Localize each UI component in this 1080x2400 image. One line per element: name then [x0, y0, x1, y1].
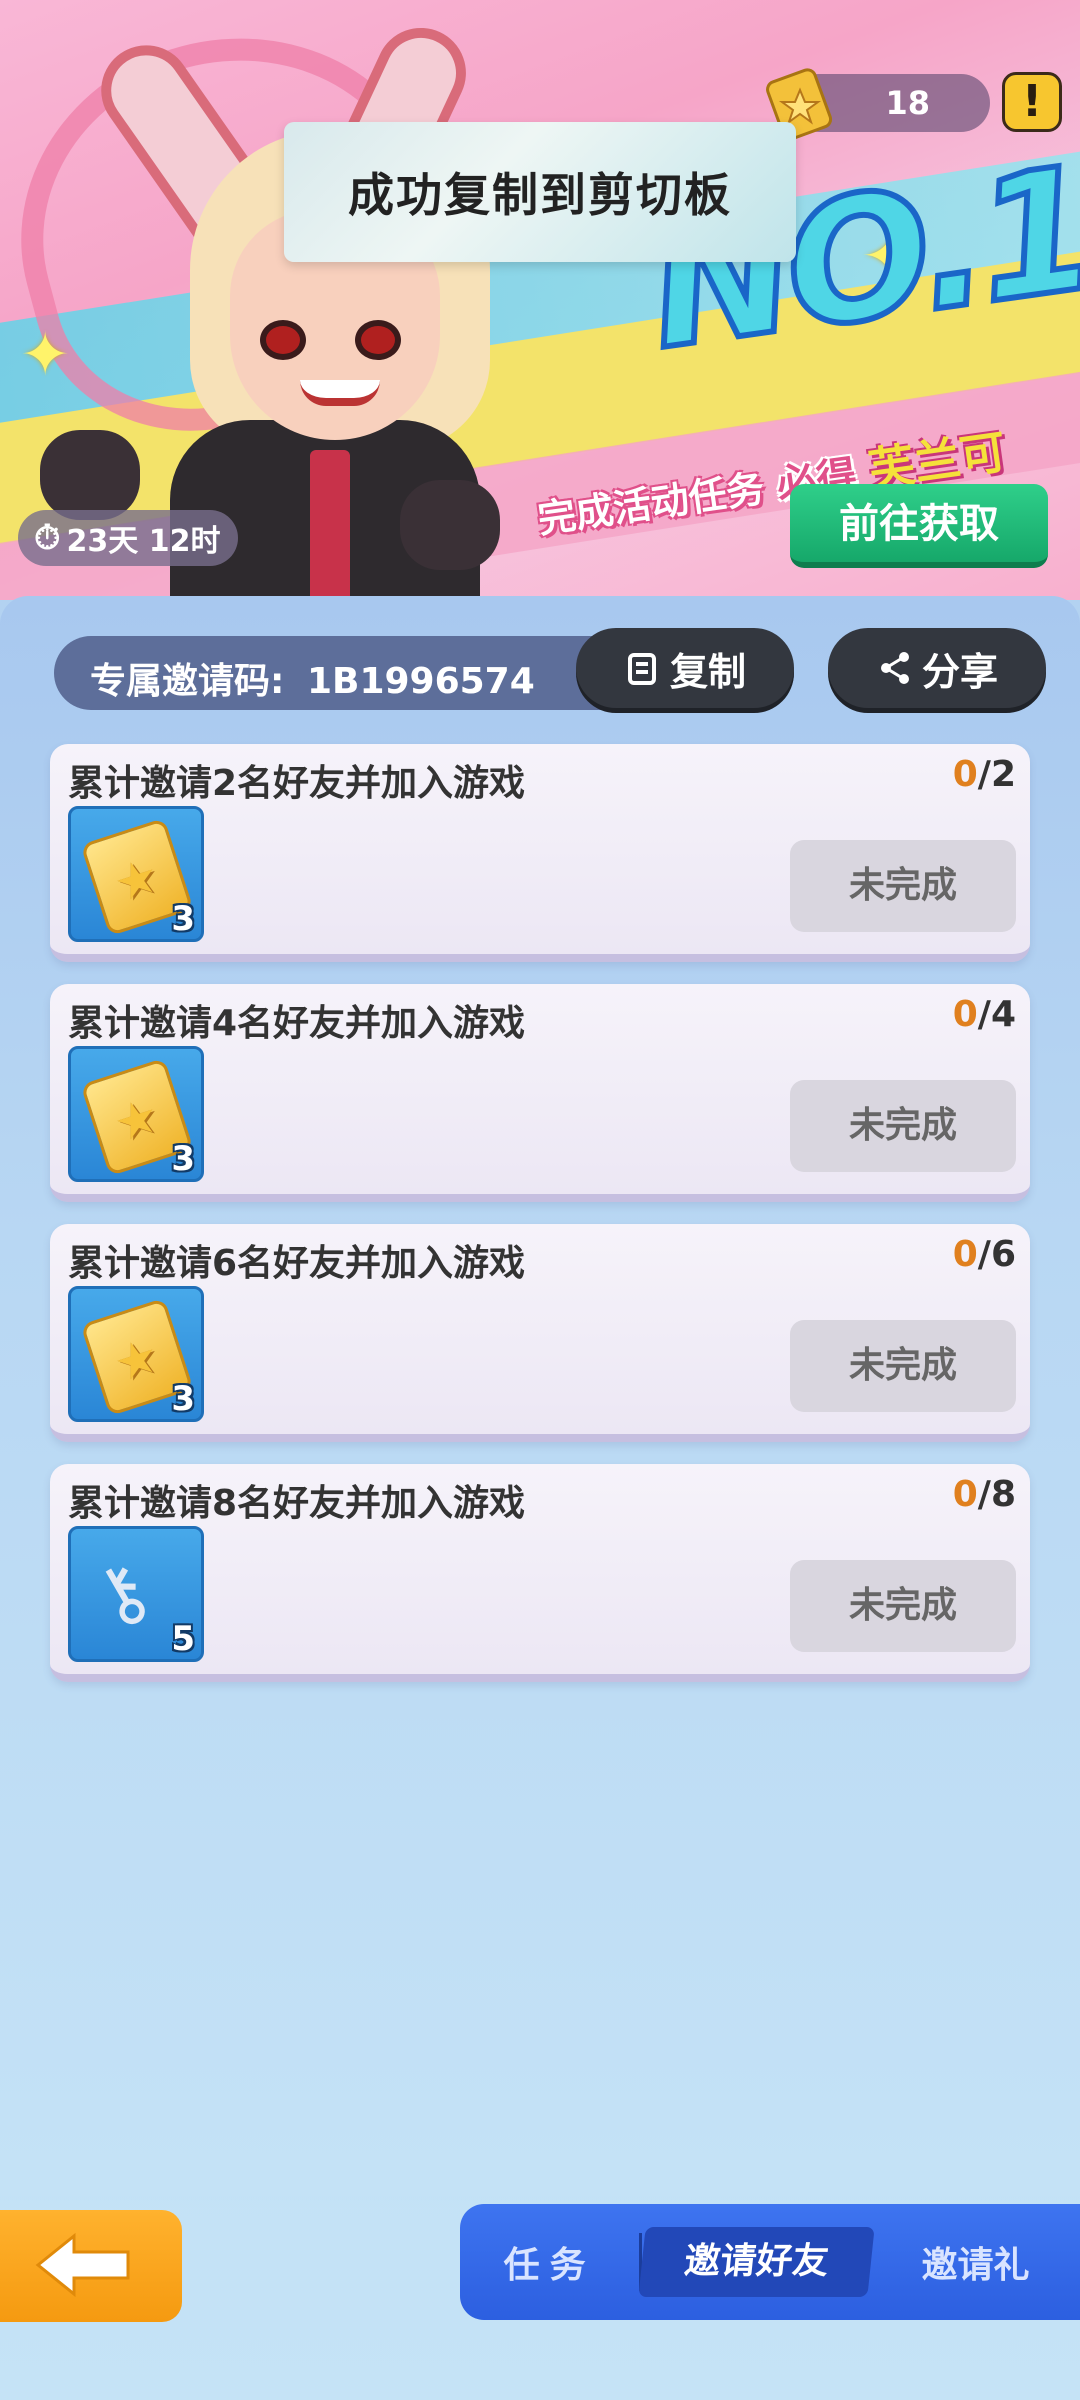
toast-message: 成功复制到剪切板 [348, 168, 732, 222]
copy-button-label: 复制 [669, 649, 746, 694]
invite-code-label: 专属邀请码: [90, 661, 285, 702]
event-banner: ✦ ✦ NO.1 完成活动任务 必得 芙兰可 18 ! ⏱ 23天 12时 前往… [0, 0, 1080, 600]
task-card: 累计邀请4名好友并加入游戏 0/4 3 未完成 [50, 984, 1030, 1202]
invite-code-value: 1B1996574 [306, 661, 535, 702]
task-title: 累计邀请4名好友并加入游戏 [68, 1003, 526, 1044]
progress-total: /6 [977, 1234, 1016, 1275]
back-arrow-icon [35, 2232, 130, 2298]
task-card: 累计邀请6名好友并加入游戏 0/6 3 未完成 [50, 1224, 1030, 1442]
timer-text: 23天 12时 [66, 524, 221, 559]
task-status-button[interactable]: 未完成 [790, 1320, 1016, 1412]
progress-total: /8 [977, 1474, 1016, 1515]
task-title: 累计邀请6名好友并加入游戏 [68, 1243, 526, 1284]
task-title: 累计邀请8名好友并加入游戏 [68, 1483, 526, 1524]
invite-code-text: 专属邀请码: 1B1996574 [90, 652, 535, 704]
task-progress: 0/6 [953, 1234, 1016, 1275]
task-progress: 0/4 [953, 994, 1016, 1035]
currency-count: 18 [885, 84, 930, 122]
currency-counter[interactable]: 18 [766, 68, 990, 141]
share-button[interactable]: 分享 [828, 628, 1046, 708]
reward-quantity: 3 [171, 1139, 195, 1179]
tab-invite-gift[interactable]: 邀请礼 [871, 2236, 1080, 2288]
progress-current: 0 [952, 754, 978, 795]
task-status-button[interactable]: 未完成 [790, 1560, 1016, 1652]
task-progress: 0/8 [953, 1474, 1016, 1515]
reward-quantity: 5 [171, 1619, 195, 1659]
progress-current: 0 [952, 1234, 978, 1275]
reward-item[interactable]: 3 [68, 1046, 204, 1182]
reward-item[interactable]: ⚷ 5 [68, 1526, 204, 1662]
alert-button[interactable]: ! [1002, 72, 1062, 132]
tab-invite-friends[interactable]: 邀请好友 [638, 2227, 875, 2297]
sparkle-icon: ✦ [20, 320, 71, 390]
task-card: 累计邀请2名好友并加入游戏 0/2 3 未完成 [50, 744, 1030, 962]
task-status-button[interactable]: 未完成 [790, 1080, 1016, 1172]
task-status-button[interactable]: 未完成 [790, 840, 1016, 932]
tab-tasks[interactable]: 任务 [460, 2236, 639, 2288]
task-title: 累计邀请2名好友并加入游戏 [68, 763, 526, 804]
progress-total: /2 [977, 754, 1016, 795]
reward-quantity: 3 [171, 899, 195, 939]
go-obtain-button[interactable]: 前往获取 [790, 484, 1048, 568]
bottom-tab-bar: 任务 邀请好友 邀请礼 [460, 2204, 1080, 2320]
progress-current: 0 [952, 1474, 978, 1515]
reward-item[interactable]: 3 [68, 1286, 204, 1422]
back-button[interactable] [0, 2210, 182, 2322]
share-button-label: 分享 [921, 649, 998, 694]
copy-icon [627, 653, 656, 685]
copy-button[interactable]: 复制 [576, 628, 794, 708]
task-progress: 0/2 [953, 754, 1016, 795]
progress-current: 0 [952, 994, 978, 1035]
reward-quantity: 3 [171, 1379, 195, 1419]
keys-icon: ⚷ [77, 1543, 168, 1645]
reward-item[interactable]: 3 [68, 806, 204, 942]
toast-notification: 成功复制到剪切板 [284, 122, 796, 262]
share-icon [880, 652, 909, 684]
tagline-text: 完成活动任务 [535, 466, 767, 542]
progress-total: /4 [977, 994, 1016, 1035]
event-timer: ⏱ 23天 12时 [18, 510, 238, 566]
clock-icon: ⏱ [34, 518, 61, 558]
task-card: 累计邀请8名好友并加入游戏 0/8 ⚷ 5 未完成 [50, 1464, 1030, 1682]
